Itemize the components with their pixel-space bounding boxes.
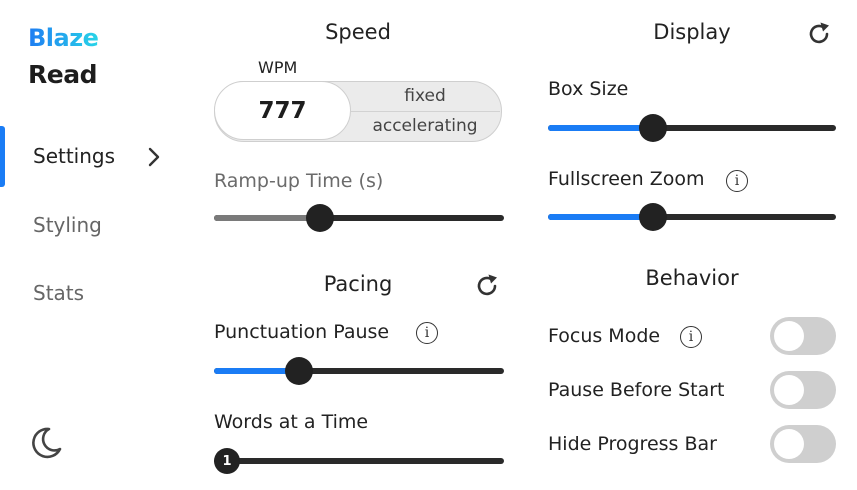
reset-pacing-icon[interactable] [473, 272, 501, 300]
nav-item-stats[interactable]: Stats [33, 281, 84, 305]
slider-fill [548, 125, 653, 131]
slider-thumb[interactable] [285, 357, 313, 385]
toggle-knob [774, 375, 804, 405]
fullscreen-zoom-slider[interactable] [548, 203, 836, 231]
wpm-label: WPM [258, 58, 298, 77]
active-nav-indicator [0, 126, 5, 187]
hide-progress-bar-toggle[interactable] [770, 425, 836, 463]
focus-mode-label: Focus Mode [548, 325, 661, 347]
moon-icon[interactable] [27, 424, 65, 462]
pause-before-start-toggle[interactable] [770, 371, 836, 409]
behavior-heading: Behavior [645, 266, 739, 290]
slider-track [214, 458, 504, 464]
toggle-knob [774, 429, 804, 459]
punctuation-pause-label: Punctuation Pause [214, 321, 390, 343]
brand-name-read: Read [28, 60, 97, 89]
slider-thumb[interactable] [306, 204, 334, 232]
info-icon[interactable]: i [680, 326, 702, 348]
words-at-a-time-label: Words at a Time [214, 411, 369, 433]
info-icon[interactable]: i [726, 170, 748, 192]
info-icon[interactable]: i [416, 322, 438, 344]
mode-accelerating-option[interactable]: accelerating [350, 116, 500, 136]
fullscreen-zoom-label: Fullscreen Zoom [548, 168, 705, 190]
toggle-knob [774, 321, 804, 351]
slider-fill [214, 215, 320, 221]
wpm-input[interactable]: 777 [214, 81, 351, 140]
ramp-up-label: Ramp-up Time (s) [214, 170, 384, 192]
nav-item-styling[interactable]: Styling [33, 213, 102, 237]
speed-heading: Speed [325, 20, 391, 44]
chevron-right-icon [148, 147, 160, 167]
brand-name-blaze: Blaze [28, 24, 99, 52]
box-size-slider[interactable] [548, 114, 836, 142]
hide-progress-bar-label: Hide Progress Bar [548, 433, 717, 455]
reset-display-icon[interactable] [805, 20, 833, 48]
pacing-heading: Pacing [323, 272, 393, 296]
focus-mode-toggle[interactable] [770, 317, 836, 355]
ramp-up-slider[interactable] [214, 204, 504, 232]
slider-fill [548, 214, 653, 220]
nav-item-settings[interactable]: Settings [33, 144, 115, 168]
slider-thumb[interactable] [639, 114, 667, 142]
words-at-a-time-slider[interactable]: 1 [214, 448, 504, 474]
display-heading: Display [653, 20, 731, 44]
pause-before-start-label: Pause Before Start [548, 379, 725, 401]
slider-thumb[interactable]: 1 [214, 448, 240, 474]
punctuation-pause-slider[interactable] [214, 357, 504, 385]
mode-divider [351, 111, 500, 112]
mode-fixed-option[interactable]: fixed [350, 86, 500, 106]
box-size-label: Box Size [548, 78, 629, 100]
slider-thumb[interactable] [639, 203, 667, 231]
